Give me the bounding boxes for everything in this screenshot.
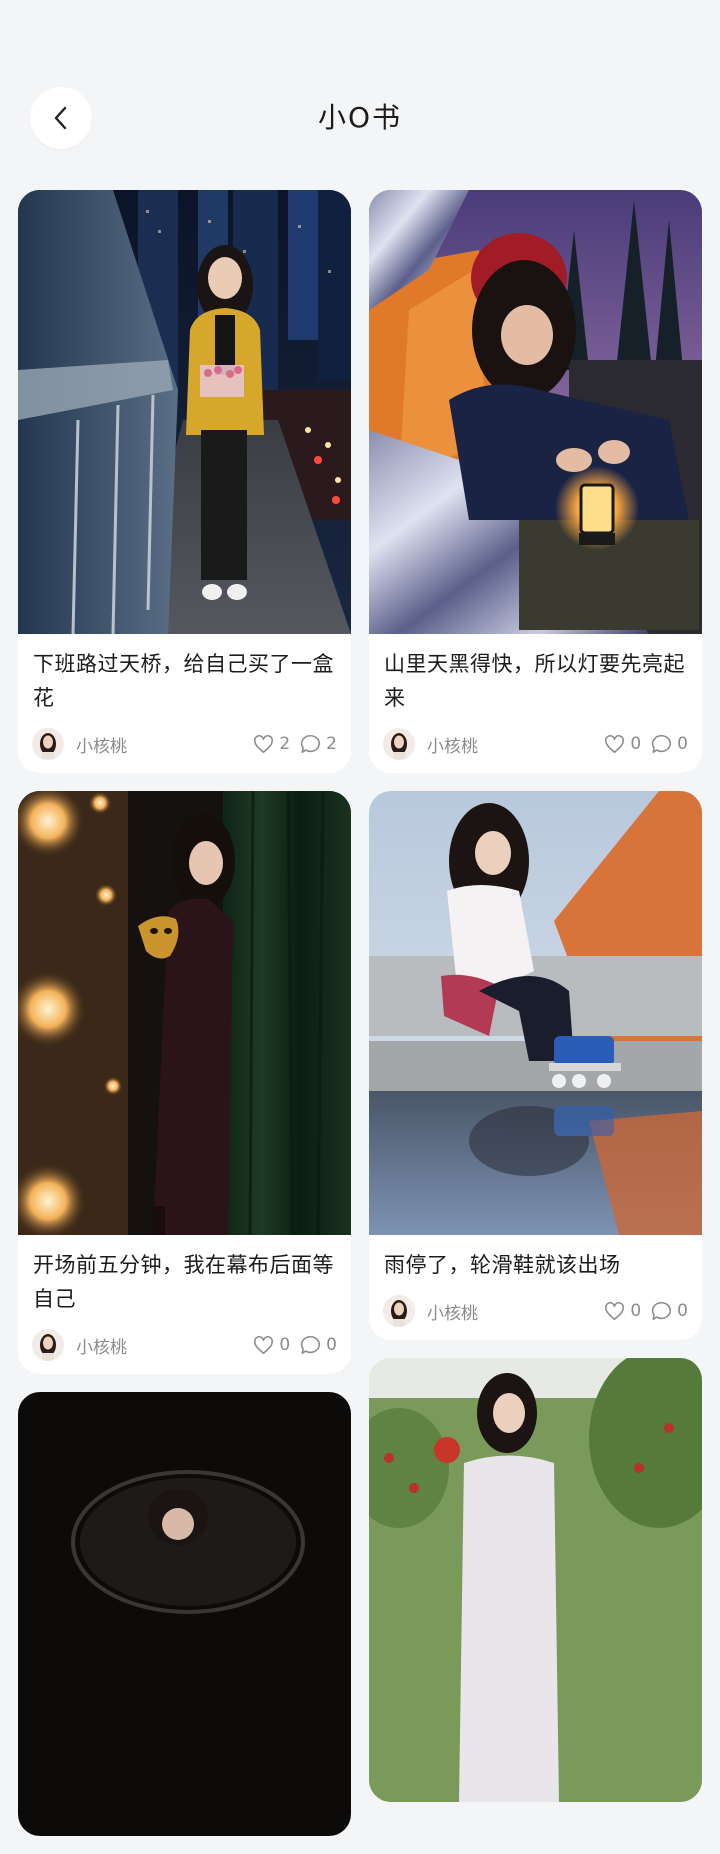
heart-icon <box>254 1335 274 1354</box>
post-image[interactable] <box>369 190 702 634</box>
comment-count[interactable]: 0 <box>651 1301 688 1321</box>
heart-icon <box>254 734 274 753</box>
post-meta: 小核桃 0 0 <box>369 1282 702 1340</box>
header-bar: 小O书 <box>0 0 720 180</box>
comment-count-value: 0 <box>677 1301 688 1321</box>
comment-icon <box>652 1301 672 1321</box>
author-name[interactable]: 小核桃 <box>427 732 594 757</box>
heart-icon <box>605 734 625 753</box>
comment-count-value: 0 <box>677 734 688 754</box>
comment-count[interactable]: 2 <box>300 734 337 754</box>
post-card[interactable] <box>369 1358 702 1802</box>
comment-icon <box>301 1335 321 1355</box>
comment-count-value: 2 <box>326 734 337 754</box>
author-name[interactable]: 小核桃 <box>427 1299 594 1324</box>
post-title: 山里天黑得快，所以灯要先亮起来 <box>384 652 685 710</box>
like-count[interactable]: 0 <box>604 1301 641 1321</box>
post-card[interactable] <box>18 1392 351 1836</box>
post-image[interactable] <box>18 190 351 634</box>
like-count[interactable]: 2 <box>253 734 290 754</box>
post-meta: 小核桃 0 0 <box>369 715 702 773</box>
feed-column-right: 山里天黑得快，所以灯要先亮起来 小核桃 0 0 雨停了，轮滑鞋就该出场 小核桃 … <box>369 190 702 1820</box>
post-title: 开场前五分钟，我在幕布后面等自己 <box>33 1253 334 1311</box>
post-title: 下班路过天桥，给自己买了一盒花 <box>33 652 334 710</box>
author-name[interactable]: 小核桃 <box>76 732 243 757</box>
heart-icon <box>605 1301 625 1320</box>
post-image[interactable] <box>18 791 351 1235</box>
avatar[interactable] <box>32 1329 64 1361</box>
avatar[interactable] <box>383 728 415 760</box>
post-title: 雨停了，轮滑鞋就该出场 <box>384 1253 621 1277</box>
post-card[interactable]: 山里天黑得快，所以灯要先亮起来 小核桃 0 0 <box>369 190 702 773</box>
comment-count-value: 0 <box>326 1335 337 1355</box>
like-count-value: 0 <box>630 734 642 754</box>
avatar[interactable] <box>32 728 64 760</box>
post-card[interactable]: 雨停了，轮滑鞋就该出场 小核桃 0 0 <box>369 791 702 1340</box>
like-count-value: 2 <box>279 734 291 754</box>
like-count[interactable]: 0 <box>604 734 641 754</box>
post-image[interactable] <box>18 1392 351 1836</box>
comment-icon <box>301 734 321 754</box>
like-count-value: 0 <box>630 1301 642 1321</box>
post-card[interactable]: 开场前五分钟，我在幕布后面等自己 小核桃 0 0 <box>18 791 351 1374</box>
post-image[interactable] <box>369 1358 702 1802</box>
post-card[interactable]: 下班路过天桥，给自己买了一盒花 小核桃 2 2 <box>18 190 351 773</box>
post-image[interactable] <box>369 791 702 1235</box>
like-count[interactable]: 0 <box>253 1335 290 1355</box>
comment-count[interactable]: 0 <box>651 734 688 754</box>
like-count-value: 0 <box>279 1335 291 1355</box>
page-title: 小O书 <box>317 101 403 134</box>
comment-count[interactable]: 0 <box>300 1335 337 1355</box>
author-name[interactable]: 小核桃 <box>76 1333 243 1358</box>
post-meta: 小核桃 0 0 <box>18 1316 351 1374</box>
avatar[interactable] <box>383 1295 415 1327</box>
comment-icon <box>652 734 672 754</box>
post-meta: 小核桃 2 2 <box>18 715 351 773</box>
feed-column-left: 下班路过天桥，给自己买了一盒花 小核桃 2 2 开场前五分钟，我在幕布后面等自己… <box>18 190 351 1854</box>
